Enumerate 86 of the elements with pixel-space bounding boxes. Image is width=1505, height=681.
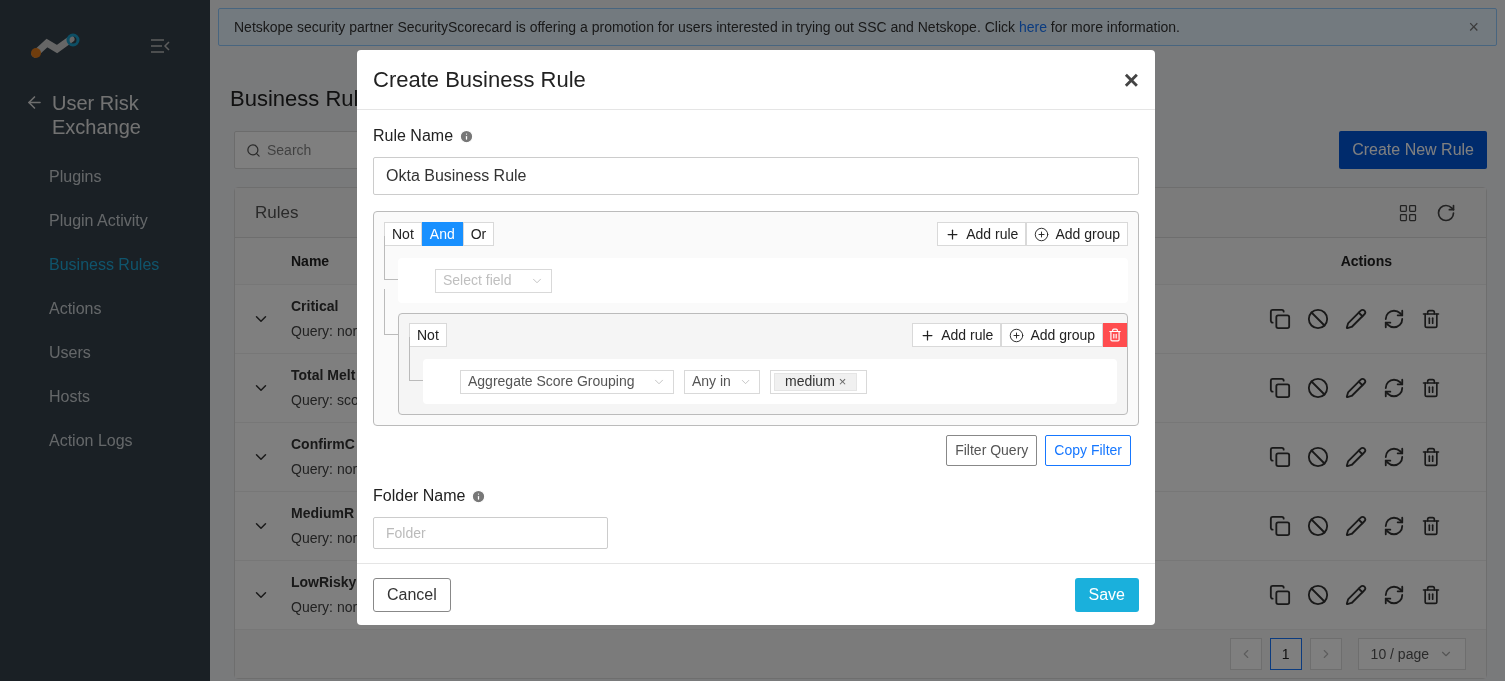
info-icon <box>459 128 475 144</box>
page-size-select[interactable]: 10 / page <box>1357 638 1466 670</box>
rule-query: Query: nor <box>291 529 358 548</box>
sync-icon <box>1383 308 1405 330</box>
modal-title: Create Business Rule <box>373 66 586 94</box>
combinator-toggle[interactable]: Or <box>462 222 495 246</box>
create-rule-button[interactable]: Create New Rule <box>1339 131 1487 169</box>
add-group-button[interactable]: Add group <box>1026 222 1128 246</box>
combinator-toggle[interactable]: Not <box>384 222 422 246</box>
save-button[interactable]: Save <box>1074 577 1139 612</box>
column-header: Actions <box>1340 251 1392 271</box>
add-rule-button[interactable]: Add rule <box>912 323 1002 347</box>
sidebar-item[interactable]: Users <box>0 331 210 375</box>
pencil-icon <box>1345 584 1367 606</box>
sync-icon <box>1383 446 1405 468</box>
page-button[interactable]: 1 <box>1269 638 1302 670</box>
ban-icon <box>1307 584 1329 606</box>
ban-icon <box>1307 446 1329 468</box>
rule-query: Query: nor <box>291 460 358 479</box>
cancel-button[interactable]: Cancel <box>373 577 451 612</box>
copy-icon <box>1269 584 1291 606</box>
rule-name: Critical <box>291 297 340 316</box>
ban-icon <box>1307 515 1329 537</box>
combinator-toggle[interactable]: And <box>421 222 463 246</box>
rule-query: Query: nor <box>291 598 358 617</box>
remove-button[interactable]: × <box>838 371 847 392</box>
plus-icon <box>945 226 961 242</box>
copy-icon <box>1269 515 1291 537</box>
pencil-icon <box>1345 515 1367 537</box>
copy-filter-button[interactable]: Copy Filter <box>1045 435 1131 466</box>
field-select[interactable]: Aggregate Score Grouping <box>460 369 674 394</box>
rule-query: Query: nor <box>291 322 358 341</box>
rule-name: LowRisky <box>291 573 358 592</box>
sidebar-item[interactable]: Action Logs <box>0 419 210 463</box>
combinator-toggle[interactable]: Not <box>409 323 447 347</box>
filter-query-button[interactable]: Filter Query <box>946 435 1038 466</box>
page-title: Business Rul <box>230 85 360 113</box>
trash-icon <box>1421 515 1441 537</box>
sidebar-item[interactable]: Plugin Activity <box>0 199 210 243</box>
sidebar-item[interactable]: Plugins <box>0 155 210 199</box>
sidebar-item[interactable]: Hosts <box>0 375 210 419</box>
value-tag: medium <box>785 371 835 392</box>
plus-circle-icon <box>1034 226 1050 242</box>
sync-icon <box>1383 515 1405 537</box>
rule-name: ConfirmC <box>291 435 356 454</box>
logo-icon <box>31 33 80 59</box>
close-button[interactable]: × <box>1468 13 1481 41</box>
close-button[interactable]: × <box>1123 66 1139 93</box>
pencil-icon <box>1345 446 1367 468</box>
pencil-icon <box>1345 308 1367 330</box>
column-header: Name <box>291 251 330 271</box>
trash-icon <box>1421 308 1441 330</box>
plus-icon <box>920 327 936 343</box>
rule-name-field[interactable]: Okta Business Rule <box>373 157 1139 195</box>
plus-circle-icon <box>1009 327 1025 343</box>
table-title: Rules <box>255 201 299 224</box>
ban-icon <box>1307 308 1329 330</box>
trash-icon <box>1421 584 1441 606</box>
trash-icon <box>1421 377 1441 399</box>
delete-group-button[interactable] <box>1103 323 1127 347</box>
rule-name: MediumR <box>291 504 355 523</box>
info-icon <box>471 488 487 504</box>
refresh-icon <box>1436 202 1456 223</box>
rule-name: Total Melt <box>291 366 357 385</box>
add-group-button[interactable]: Add group <box>1001 323 1103 347</box>
folder-field[interactable]: Folder <box>373 517 608 549</box>
sidebar-item[interactable]: Actions <box>0 287 210 331</box>
field-label: Folder Name <box>373 486 466 506</box>
menu-collapse-icon[interactable] <box>151 39 170 53</box>
ban-icon <box>1307 377 1329 399</box>
sync-icon <box>1383 584 1405 606</box>
copy-icon <box>1269 377 1291 399</box>
copy-icon <box>1269 446 1291 468</box>
copy-icon <box>1269 308 1291 330</box>
grid-icon <box>1398 202 1418 223</box>
banner-link[interactable]: here <box>1018 18 1047 35</box>
add-rule-button[interactable]: Add rule <box>937 222 1027 246</box>
pencil-icon <box>1345 377 1367 399</box>
field-select[interactable]: Any in <box>684 369 760 394</box>
sync-icon <box>1383 377 1405 399</box>
search-icon <box>246 143 261 158</box>
app-title: User Risk Exchange <box>52 91 142 139</box>
value-select[interactable]: medium × <box>770 369 867 394</box>
trash-icon <box>1108 328 1122 342</box>
banner-text: Netskope security partner SecurityScorecard is offering a promotion for users interested in trying out SSC and Netskope. Click here for more information. <box>234 17 1180 37</box>
trash-icon <box>1421 446 1441 468</box>
